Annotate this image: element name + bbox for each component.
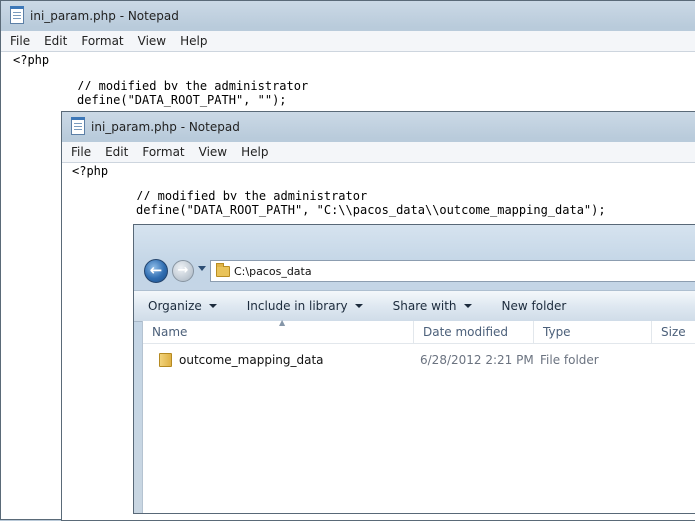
code-line-1: <?php — [13, 53, 50, 67]
code-line-3: define("DATA_ROOT_PATH", "C:\\pacos_data… — [136, 203, 606, 217]
menu-bar: File Edit Format View Help — [62, 142, 695, 163]
folder-icon — [159, 353, 172, 367]
share-with-label: Share with — [392, 299, 457, 313]
notepad-icon — [10, 6, 24, 24]
file-name: outcome_mapping_data — [179, 353, 324, 367]
file-name-cell[interactable]: outcome_mapping_data — [155, 348, 330, 372]
code-line-2: // modified by the administrator — [136, 189, 368, 203]
column-header: ▲ Name Date modified Type Size — [143, 318, 695, 344]
list-item[interactable]: outcome_mapping_data 6/28/2012 2:21 PM F… — [143, 348, 695, 372]
command-bar: Organize Include in library Share with N… — [134, 290, 695, 322]
recent-pages-dropdown[interactable] — [198, 266, 206, 271]
column-name[interactable]: Name — [143, 321, 414, 343]
title-bar[interactable]: ini_param.php - Notepad — [1, 1, 695, 31]
folder-icon — [216, 262, 230, 277]
column-size[interactable]: Size — [652, 321, 695, 343]
menu-format[interactable]: Format — [136, 145, 192, 159]
address-path: C:\pacos_data — [234, 264, 312, 278]
code-line-2: // modified by the administrator — [77, 79, 309, 93]
menu-bar: File Edit Format View Help — [1, 31, 695, 52]
notepad-icon — [71, 117, 85, 135]
chevron-down-icon — [208, 304, 217, 308]
new-folder-button[interactable]: New folder — [502, 299, 567, 313]
chevron-down-icon — [463, 304, 472, 308]
organize-label: Organize — [148, 299, 202, 313]
menu-help[interactable]: Help — [174, 34, 215, 48]
window-title: ini_param.php - Notepad — [30, 9, 179, 23]
code-line-3: define("DATA_ROOT_PATH", ""); — [77, 93, 287, 107]
menu-help[interactable]: Help — [235, 145, 276, 159]
share-with-button[interactable]: Share with — [393, 299, 472, 313]
menu-file[interactable]: File — [65, 145, 99, 159]
title-bar[interactable]: ini_param.php - Notepad — [62, 112, 695, 142]
window-title: ini_param.php - Notepad — [91, 120, 240, 134]
column-date-modified[interactable]: Date modified — [414, 321, 534, 343]
menu-file[interactable]: File — [4, 34, 38, 48]
address-bar[interactable]: C:\pacos_data — [210, 260, 695, 282]
menu-format[interactable]: Format — [75, 34, 131, 48]
new-folder-label: New folder — [501, 299, 567, 313]
menu-edit[interactable]: Edit — [38, 34, 75, 48]
include-in-library-button[interactable]: Include in library — [247, 299, 363, 313]
code-line-1: <?php — [72, 164, 109, 178]
file-list[interactable]: ▲ Name Date modified Type Size outcome_m… — [142, 318, 695, 513]
chevron-down-icon — [354, 304, 363, 308]
forward-arrow-icon[interactable]: → — [172, 260, 194, 282]
include-in-library-label: Include in library — [246, 299, 348, 313]
organize-button[interactable]: Organize — [148, 299, 217, 313]
menu-edit[interactable]: Edit — [99, 145, 136, 159]
type-cell: File folder — [540, 353, 599, 367]
explorer-window: ← → C:\pacos_data Organize Include in li… — [133, 224, 695, 514]
back-arrow-icon[interactable]: ← — [144, 259, 168, 283]
column-type[interactable]: Type — [534, 321, 652, 343]
menu-view[interactable]: View — [193, 145, 235, 159]
menu-view[interactable]: View — [132, 34, 174, 48]
date-modified-cell: 6/28/2012 2:21 PM — [420, 353, 534, 367]
